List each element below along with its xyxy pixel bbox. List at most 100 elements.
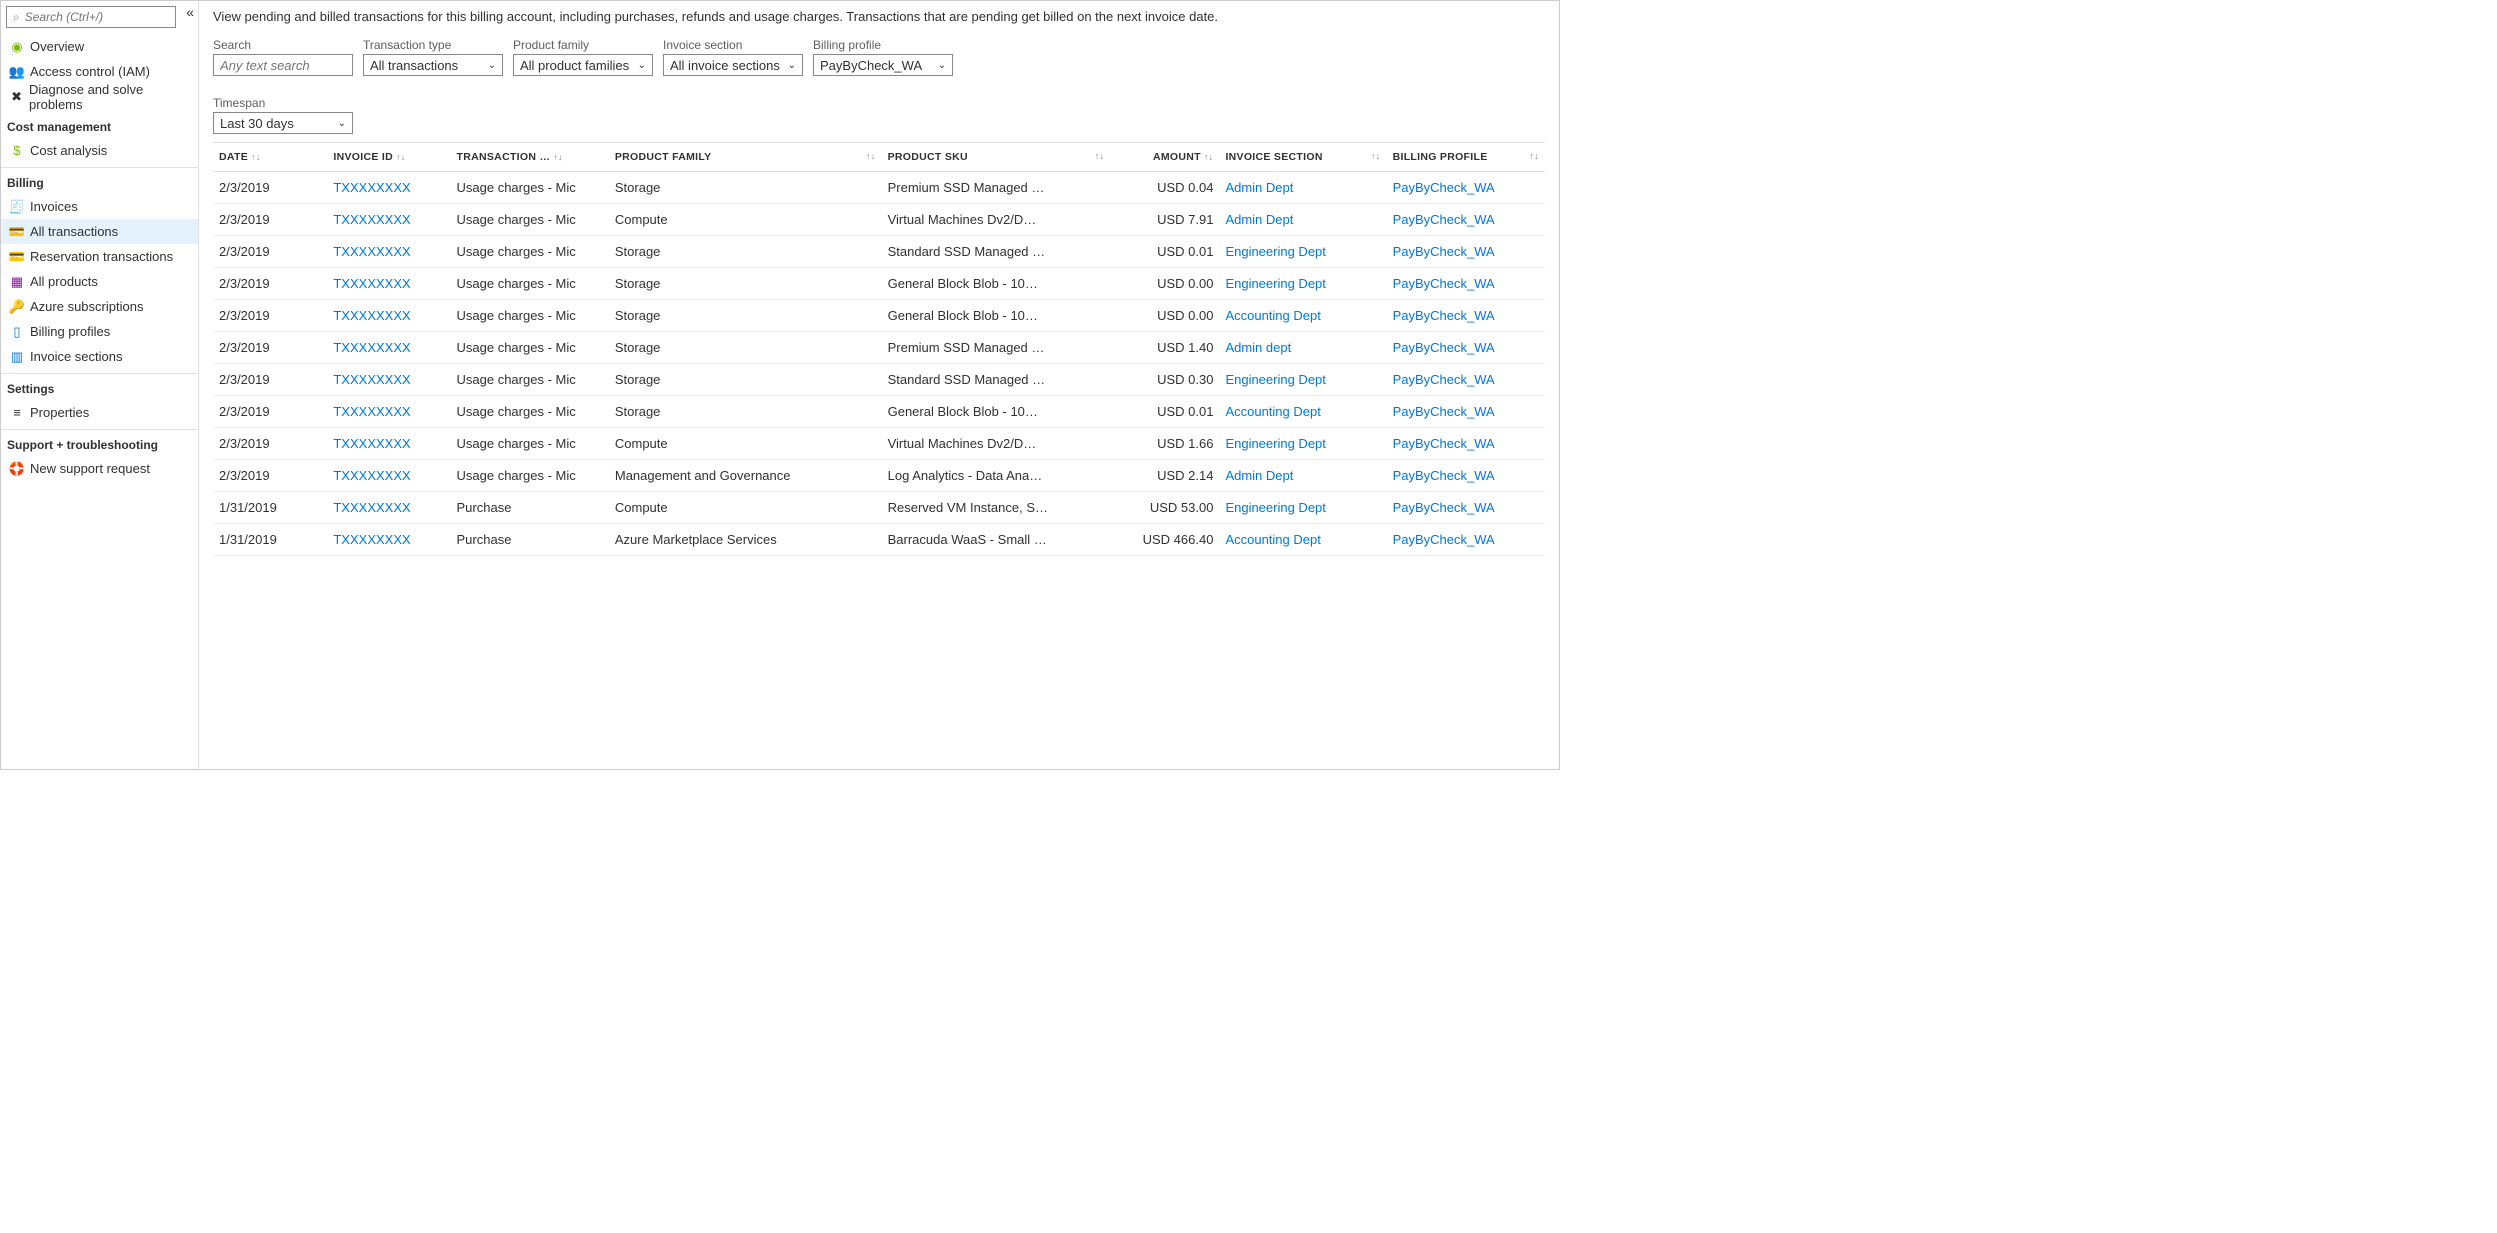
sidebar-search-input[interactable] xyxy=(25,10,169,24)
table-row[interactable]: 2/3/2019TXXXXXXXXUsage charges - MicStor… xyxy=(213,364,1545,396)
cell-date: 2/3/2019 xyxy=(213,396,327,428)
col-amount[interactable]: AMOUNT↑↓ xyxy=(1110,143,1219,172)
sidebar-item-overview[interactable]: ◉Overview xyxy=(1,34,198,59)
trans-icon: 💳 xyxy=(7,224,27,240)
cell-invoice[interactable]: TXXXXXXXX xyxy=(327,268,450,300)
sidebar-item-props[interactable]: ≡Properties xyxy=(1,400,198,425)
filter-profile-dropdown[interactable]: PayByCheck_WA ⌄ xyxy=(813,54,953,76)
cell-section[interactable]: Engineering Dept xyxy=(1219,428,1386,460)
sidebar-item-reserv[interactable]: 💳Reservation transactions xyxy=(1,244,198,269)
cell-invoice[interactable]: TXXXXXXXX xyxy=(327,172,450,204)
filter-timespan-label: Timespan xyxy=(213,96,353,110)
cell-section[interactable]: Engineering Dept xyxy=(1219,492,1386,524)
filter-timespan-dropdown[interactable]: Last 30 days ⌄ xyxy=(213,112,353,134)
table-row[interactable]: 1/31/2019TXXXXXXXXPurchaseComputeReserve… xyxy=(213,492,1545,524)
table-row[interactable]: 2/3/2019TXXXXXXXXUsage charges - MicStor… xyxy=(213,268,1545,300)
col-section[interactable]: INVOICE SECTION↑↓ xyxy=(1219,143,1386,172)
cell-section[interactable]: Accounting Dept xyxy=(1219,524,1386,556)
collapse-sidebar-button[interactable]: « xyxy=(186,4,194,20)
cell-invoice[interactable]: TXXXXXXXX xyxy=(327,204,450,236)
sidebar-item-profile[interactable]: ▯Billing profiles xyxy=(1,319,198,344)
sidebar-item-diagnose[interactable]: ✖Diagnose and solve problems xyxy=(1,84,198,109)
col-sku[interactable]: PRODUCT SKU↑↓ xyxy=(882,143,1111,172)
cell-invoice[interactable]: TXXXXXXXX xyxy=(327,236,450,268)
key-icon: 🔑 xyxy=(7,299,27,315)
cell-section[interactable]: Admin Dept xyxy=(1219,204,1386,236)
sidebar-group-settings: Settings xyxy=(1,373,198,400)
cell-date: 2/3/2019 xyxy=(213,172,327,204)
cell-section[interactable]: Engineering Dept xyxy=(1219,268,1386,300)
cell-invoice[interactable]: TXXXXXXXX xyxy=(327,492,450,524)
sidebar-item-iam[interactable]: 👥Access control (IAM) xyxy=(1,59,198,84)
table-row[interactable]: 2/3/2019TXXXXXXXXUsage charges - MicComp… xyxy=(213,204,1545,236)
cell-family: Management and Governance xyxy=(609,460,882,492)
cell-profile[interactable]: PayByCheck_WA xyxy=(1387,364,1545,396)
table-row[interactable]: 2/3/2019TXXXXXXXXUsage charges - MicStor… xyxy=(213,236,1545,268)
table-row[interactable]: 2/3/2019TXXXXXXXXUsage charges - MicComp… xyxy=(213,428,1545,460)
col-type[interactable]: TRANSACTION …↑↓ xyxy=(451,143,609,172)
cell-profile[interactable]: PayByCheck_WA xyxy=(1387,428,1545,460)
sidebar-item-invoice[interactable]: 🧾Invoices xyxy=(1,194,198,219)
cell-invoice[interactable]: TXXXXXXXX xyxy=(327,396,450,428)
filter-search-textbox[interactable] xyxy=(220,58,346,73)
filter-search-input[interactable] xyxy=(213,54,353,76)
cell-profile[interactable]: PayByCheck_WA xyxy=(1387,268,1545,300)
cell-section[interactable]: Engineering Dept xyxy=(1219,364,1386,396)
table-row[interactable]: 2/3/2019TXXXXXXXXUsage charges - MicStor… xyxy=(213,300,1545,332)
filter-type-dropdown[interactable]: All transactions ⌄ xyxy=(363,54,503,76)
cell-date: 2/3/2019 xyxy=(213,300,327,332)
cell-invoice[interactable]: TXXXXXXXX xyxy=(327,300,450,332)
sidebar-search[interactable]: ⌕ xyxy=(6,6,176,28)
cell-profile[interactable]: PayByCheck_WA xyxy=(1387,236,1545,268)
sidebar-item-sections[interactable]: ▥Invoice sections xyxy=(1,344,198,369)
invoice-icon: 🧾 xyxy=(7,199,27,215)
cell-invoice[interactable]: TXXXXXXXX xyxy=(327,524,450,556)
cell-family: Storage xyxy=(609,268,882,300)
cell-profile[interactable]: PayByCheck_WA xyxy=(1387,396,1545,428)
table-row[interactable]: 2/3/2019TXXXXXXXXUsage charges - MicStor… xyxy=(213,172,1545,204)
table-row[interactable]: 2/3/2019TXXXXXXXXUsage charges - MicMana… xyxy=(213,460,1545,492)
cell-section[interactable]: Admin Dept xyxy=(1219,172,1386,204)
cell-date: 2/3/2019 xyxy=(213,204,327,236)
cell-sku: General Block Blob - 10… xyxy=(882,396,1111,428)
cell-date: 2/3/2019 xyxy=(213,268,327,300)
cell-invoice[interactable]: TXXXXXXXX xyxy=(327,428,450,460)
sidebar-item-label: Access control (IAM) xyxy=(30,64,150,79)
filter-section-dropdown[interactable]: All invoice sections ⌄ xyxy=(663,54,803,76)
cell-profile[interactable]: PayByCheck_WA xyxy=(1387,332,1545,364)
cell-profile[interactable]: PayByCheck_WA xyxy=(1387,460,1545,492)
cell-profile[interactable]: PayByCheck_WA xyxy=(1387,204,1545,236)
cell-section[interactable]: Accounting Dept xyxy=(1219,396,1386,428)
sidebar-item-cost[interactable]: $Cost analysis xyxy=(1,138,198,163)
col-profile[interactable]: BILLING PROFILE↑↓ xyxy=(1387,143,1545,172)
cell-section[interactable]: Admin dept xyxy=(1219,332,1386,364)
cell-section[interactable]: Engineering Dept xyxy=(1219,236,1386,268)
col-family[interactable]: PRODUCT FAMILY↑↓ xyxy=(609,143,882,172)
table-row[interactable]: 1/31/2019TXXXXXXXXPurchaseAzure Marketpl… xyxy=(213,524,1545,556)
cell-invoice[interactable]: TXXXXXXXX xyxy=(327,332,450,364)
cell-amount: USD 1.66 xyxy=(1110,428,1219,460)
cell-profile[interactable]: PayByCheck_WA xyxy=(1387,492,1545,524)
col-invoice[interactable]: INVOICE ID↑↓ xyxy=(327,143,450,172)
cell-type: Purchase xyxy=(451,524,609,556)
cell-amount: USD 0.01 xyxy=(1110,396,1219,428)
cell-section[interactable]: Accounting Dept xyxy=(1219,300,1386,332)
sidebar-item-prod[interactable]: ▦All products xyxy=(1,269,198,294)
reserv-icon: 💳 xyxy=(7,249,27,265)
sidebar-item-support[interactable]: 🛟New support request xyxy=(1,456,198,481)
cell-profile[interactable]: PayByCheck_WA xyxy=(1387,172,1545,204)
chevron-down-icon: ⌄ xyxy=(338,118,346,129)
sidebar-item-key[interactable]: 🔑Azure subscriptions xyxy=(1,294,198,319)
cell-profile[interactable]: PayByCheck_WA xyxy=(1387,300,1545,332)
filter-family-dropdown[interactable]: All product families ⌄ xyxy=(513,54,653,76)
col-date[interactable]: DATE↑↓ xyxy=(213,143,327,172)
table-row[interactable]: 2/3/2019TXXXXXXXXUsage charges - MicStor… xyxy=(213,332,1545,364)
cell-amount: USD 0.00 xyxy=(1110,268,1219,300)
table-row[interactable]: 2/3/2019TXXXXXXXXUsage charges - MicStor… xyxy=(213,396,1545,428)
cell-invoice[interactable]: TXXXXXXXX xyxy=(327,364,450,396)
sidebar-item-trans[interactable]: 💳All transactions xyxy=(1,219,198,244)
cell-section[interactable]: Admin Dept xyxy=(1219,460,1386,492)
cell-invoice[interactable]: TXXXXXXXX xyxy=(327,460,450,492)
cell-profile[interactable]: PayByCheck_WA xyxy=(1387,524,1545,556)
cell-amount: USD 53.00 xyxy=(1110,492,1219,524)
